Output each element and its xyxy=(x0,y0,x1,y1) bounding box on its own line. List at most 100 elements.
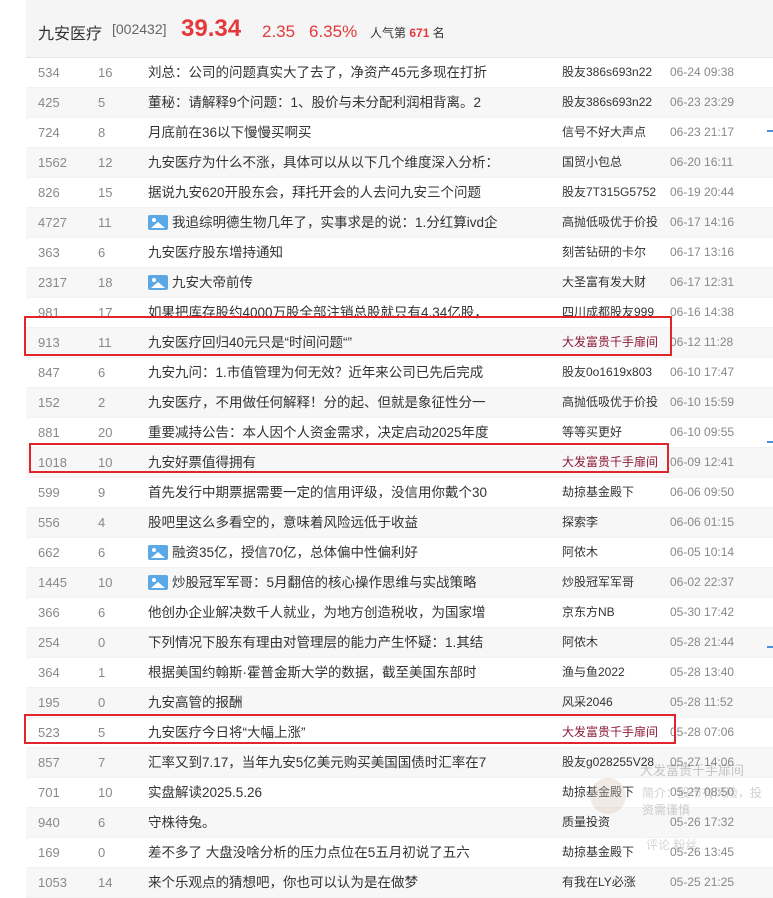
post-title-link[interactable]: 刘总：公司的问题真实大了去了，净资产45元多现在打折 xyxy=(148,65,487,80)
read-count: 847 xyxy=(38,365,60,380)
post-title-link[interactable]: 据说九安620开股东会，拜托开会的人去问九安三个问题 xyxy=(148,185,481,200)
post-author[interactable]: 股友7T315G5752 xyxy=(562,178,670,207)
post-title-link[interactable]: 股吧里这么多看空的，意味着风险远低于收益 xyxy=(148,515,418,530)
post-author[interactable]: 国贸小包总 xyxy=(562,148,670,177)
post-row[interactable]: 1053 14 来个乐观点的猜想吧，你也可以认为是在做梦 有我在LY必涨 05-25 2… xyxy=(26,868,773,898)
post-author[interactable]: 探索李 xyxy=(562,508,670,537)
post-title-cell: 月底前在36以下慢慢买啊买 xyxy=(148,118,556,147)
post-row[interactable]: 881 20 重要减持公告：本人因个人资金需求，决定启动2025年度 等等买更好 06-… xyxy=(26,418,773,448)
comment-count: 20 xyxy=(98,425,113,440)
post-title-link[interactable]: 差不多了 大盘没啥分析的压力点位在5五月初说了五六 xyxy=(148,845,470,860)
post-title-link[interactable]: 重要减持公告：本人因个人资金需求，决定启动2025年度 xyxy=(148,425,489,440)
post-author[interactable]: 大发富贵千手扉间 xyxy=(562,448,670,477)
post-row[interactable]: 4727 11 我追综明德生物几年了，实事求是的说：1.分红算ivd企 高抛低吸优于价… xyxy=(26,208,773,238)
post-time: 06-06 09:50 xyxy=(670,485,735,499)
post-author[interactable]: 大发富贵千手扉间 xyxy=(562,328,670,357)
post-title-link[interactable]: 汇率又到7.17，当年九安5亿美元购买美国国债时汇率在7 xyxy=(148,755,486,770)
post-title-link[interactable]: 九安医疗股东增持通知 xyxy=(148,245,283,260)
post-title-link[interactable]: 融资35亿，授信70亿，总体偏中性偏利好 xyxy=(172,545,418,560)
post-title-link[interactable]: 我追综明德生物几年了，实事求是的说：1.分红算ivd企 xyxy=(172,215,498,230)
post-row[interactable]: 981 17 如果把库存股约4000万股全部注销总股就只有4.34亿股， 四川成都股友… xyxy=(26,298,773,328)
post-row[interactable]: 1018 10 九安好票值得拥有 大发富贵千手扉间 06-09 12:41 xyxy=(26,448,773,478)
post-title-link[interactable]: 他创办企业解决数千人就业，为地方创造税收，为国家增 xyxy=(148,605,486,620)
post-title-link[interactable]: 实盘解读2025.5.26 xyxy=(148,785,262,800)
post-row[interactable]: 599 9 首先发行中期票据需要一定的信用评级，没信用你戴个30 劫掠基金殿下 06-0… xyxy=(26,478,773,508)
post-title-link[interactable]: 董秘：请解释9个问题：1、股价与未分配利润相背离。2 xyxy=(148,95,481,110)
post-time: 05-26 13:45 xyxy=(670,845,735,859)
post-title-link[interactable]: 九安医疗今日将“大幅上涨” xyxy=(148,725,306,740)
post-row[interactable]: 534 16 刘总：公司的问题真实大了去了，净资产45元多现在打折 股友386s693… xyxy=(26,58,773,88)
read-count: 1562 xyxy=(38,155,67,170)
post-title-link[interactable]: 下列情况下股东有理由对管理层的能力产生怀疑：1.其结 xyxy=(148,635,483,650)
popularity-suffix: 名 xyxy=(432,26,445,40)
post-author[interactable]: 阿侬木 xyxy=(562,628,670,657)
post-author[interactable]: 渔与鱼2022 xyxy=(562,658,670,687)
post-title-link[interactable]: 九安高管的报酬 xyxy=(148,695,243,710)
post-author[interactable]: 高抛低吸优于价投 xyxy=(562,208,670,237)
post-author[interactable]: 股友g028255V28 xyxy=(562,748,670,777)
post-author[interactable]: 四川成都股友999 xyxy=(562,298,670,327)
post-row[interactable]: 2317 18 九安大帝前传 大圣富有发大财 06-17 12:31 xyxy=(26,268,773,298)
post-time: 06-20 16:11 xyxy=(670,155,734,169)
post-title-link[interactable]: 九安医疗回归40元只是“时间问题“” xyxy=(148,335,352,350)
post-row[interactable]: 847 6 九安九问：1.市值管理为何无效？近年来公司已先后完成 股友0o1619x8… xyxy=(26,358,773,388)
post-author[interactable]: 有我在LY必涨 xyxy=(562,868,670,897)
post-author[interactable]: 信号不好大声点 xyxy=(562,118,670,147)
post-row[interactable]: 857 7 汇率又到7.17，当年九安5亿美元购买美国国债时汇率在7 股友g02825… xyxy=(26,748,773,778)
post-author[interactable]: 风采2046 xyxy=(562,688,670,717)
post-author[interactable]: 京东方NB xyxy=(562,598,670,627)
post-author[interactable]: 劫掠基金殿下 xyxy=(562,838,670,867)
post-title-link[interactable]: 九安医疗为什么不涨，具体可以从以下几个维度深入分析： xyxy=(148,155,499,170)
post-title-cell: 九安医疗回归40元只是“时间问题“” xyxy=(148,328,556,357)
post-row[interactable]: 826 15 据说九安620开股东会，拜托开会的人去问九安三个问题 股友7T315G5… xyxy=(26,178,773,208)
post-author[interactable]: 劫掠基金殿下 xyxy=(562,778,670,807)
post-row[interactable]: 662 6 融资35亿，授信70亿，总体偏中性偏利好 阿侬木 06-05 10:14 xyxy=(26,538,773,568)
post-title-link[interactable]: 九安医疗，不用做任何解释！分的起、但就是象征性分一 xyxy=(148,395,486,410)
post-row[interactable]: 254 0 下列情况下股东有理由对管理层的能力产生怀疑：1.其结 阿侬木 05-28 2… xyxy=(26,628,773,658)
post-row[interactable]: 152 2 九安医疗，不用做任何解释！分的起、但就是象征性分一 高抛低吸优于价投 06-… xyxy=(26,388,773,418)
post-title-link[interactable]: 九安九问：1.市值管理为何无效？近年来公司已先后完成 xyxy=(148,365,483,380)
comment-count: 6 xyxy=(98,815,106,830)
post-row[interactable]: 1445 10 炒股冠军军哥：5月翻倍的核心操作思维与实战策略 炒股冠军军哥 06-02… xyxy=(26,568,773,598)
post-row[interactable]: 363 6 九安医疗股东增持通知 刻苦钻研的卡尔 06-17 13:16 xyxy=(26,238,773,268)
post-title-link[interactable]: 守株待兔。 xyxy=(148,815,216,830)
post-author[interactable]: 高抛低吸优于价投 xyxy=(562,388,670,417)
post-author[interactable]: 刻苦钻研的卡尔 xyxy=(562,238,670,267)
post-row[interactable]: 425 5 董秘：请解释9个问题：1、股价与未分配利润相背离。2 股友386s693n… xyxy=(26,88,773,118)
post-row[interactable]: 724 8 月底前在36以下慢慢买啊买 信号不好大声点 06-23 21:17 xyxy=(26,118,773,148)
post-title-link[interactable]: 炒股冠军军哥：5月翻倍的核心操作思维与实战策略 xyxy=(172,575,477,590)
post-title-cell: 九安高管的报酬 xyxy=(148,688,556,717)
post-author[interactable]: 股友386s693n22 xyxy=(562,88,670,117)
post-author[interactable]: 阿侬木 xyxy=(562,538,670,567)
post-author[interactable]: 等等买更好 xyxy=(562,418,670,447)
post-title-link[interactable]: 如果把库存股约4000万股全部注销总股就只有4.34亿股， xyxy=(148,305,488,320)
post-row[interactable]: 364 1 根据美国约翰斯·霍普金斯大学的数据，截至美国东部时 渔与鱼2022 05-2… xyxy=(26,658,773,688)
post-author[interactable]: 股友386s693n22 xyxy=(562,58,670,87)
post-title-link[interactable]: 九安大帝前传 xyxy=(172,275,253,290)
read-count: 169 xyxy=(38,845,60,860)
post-author[interactable]: 劫掠基金殿下 xyxy=(562,478,670,507)
post-row[interactable]: 523 5 九安医疗今日将“大幅上涨” 大发富贵千手扉间 05-28 07:06 xyxy=(26,718,773,748)
post-row[interactable]: 940 6 守株待兔。 质量投资 05-26 17:32 xyxy=(26,808,773,838)
post-time: 05-26 17:32 xyxy=(670,815,735,829)
post-author[interactable]: 大发富贵千手扉间 xyxy=(562,718,670,747)
post-title-link[interactable]: 来个乐观点的猜想吧，你也可以认为是在做梦 xyxy=(148,875,418,890)
scroll-marker xyxy=(767,441,773,443)
post-title-link[interactable]: 首先发行中期票据需要一定的信用评级，没信用你戴个30 xyxy=(148,485,487,500)
post-author[interactable]: 股友0o1619x803 xyxy=(562,358,670,387)
post-title-link[interactable]: 九安好票值得拥有 xyxy=(148,455,256,470)
stock-name[interactable]: 九安医疗 xyxy=(38,20,102,44)
post-author[interactable]: 炒股冠军军哥 xyxy=(562,568,670,597)
post-row[interactable]: 1562 12 九安医疗为什么不涨，具体可以从以下几个维度深入分析： 国贸小包总 06-… xyxy=(26,148,773,178)
post-row[interactable]: 366 6 他创办企业解决数千人就业，为地方创造税收，为国家增 京东方NB 05-30 … xyxy=(26,598,773,628)
post-row[interactable]: 913 11 九安医疗回归40元只是“时间问题“” 大发富贵千手扉间 06-12 11:… xyxy=(26,328,773,358)
read-count: 701 xyxy=(38,785,60,800)
post-row[interactable]: 556 4 股吧里这么多看空的，意味着风险远低于收益 探索李 06-06 01:15 xyxy=(26,508,773,538)
post-author[interactable]: 大圣富有发大财 xyxy=(562,268,670,297)
post-title-link[interactable]: 根据美国约翰斯·霍普金斯大学的数据，截至美国东部时 xyxy=(148,665,477,680)
post-row[interactable]: 701 10 实盘解读2025.5.26 劫掠基金殿下 05-27 08:50 xyxy=(26,778,773,808)
post-row[interactable]: 169 0 差不多了 大盘没啥分析的压力点位在5五月初说了五六 劫掠基金殿下 05-26… xyxy=(26,838,773,868)
post-title-link[interactable]: 月底前在36以下慢慢买啊买 xyxy=(148,125,312,140)
post-author[interactable]: 质量投资 xyxy=(562,808,670,837)
post-row[interactable]: 195 0 九安高管的报酬 风采2046 05-28 11:52 xyxy=(26,688,773,718)
